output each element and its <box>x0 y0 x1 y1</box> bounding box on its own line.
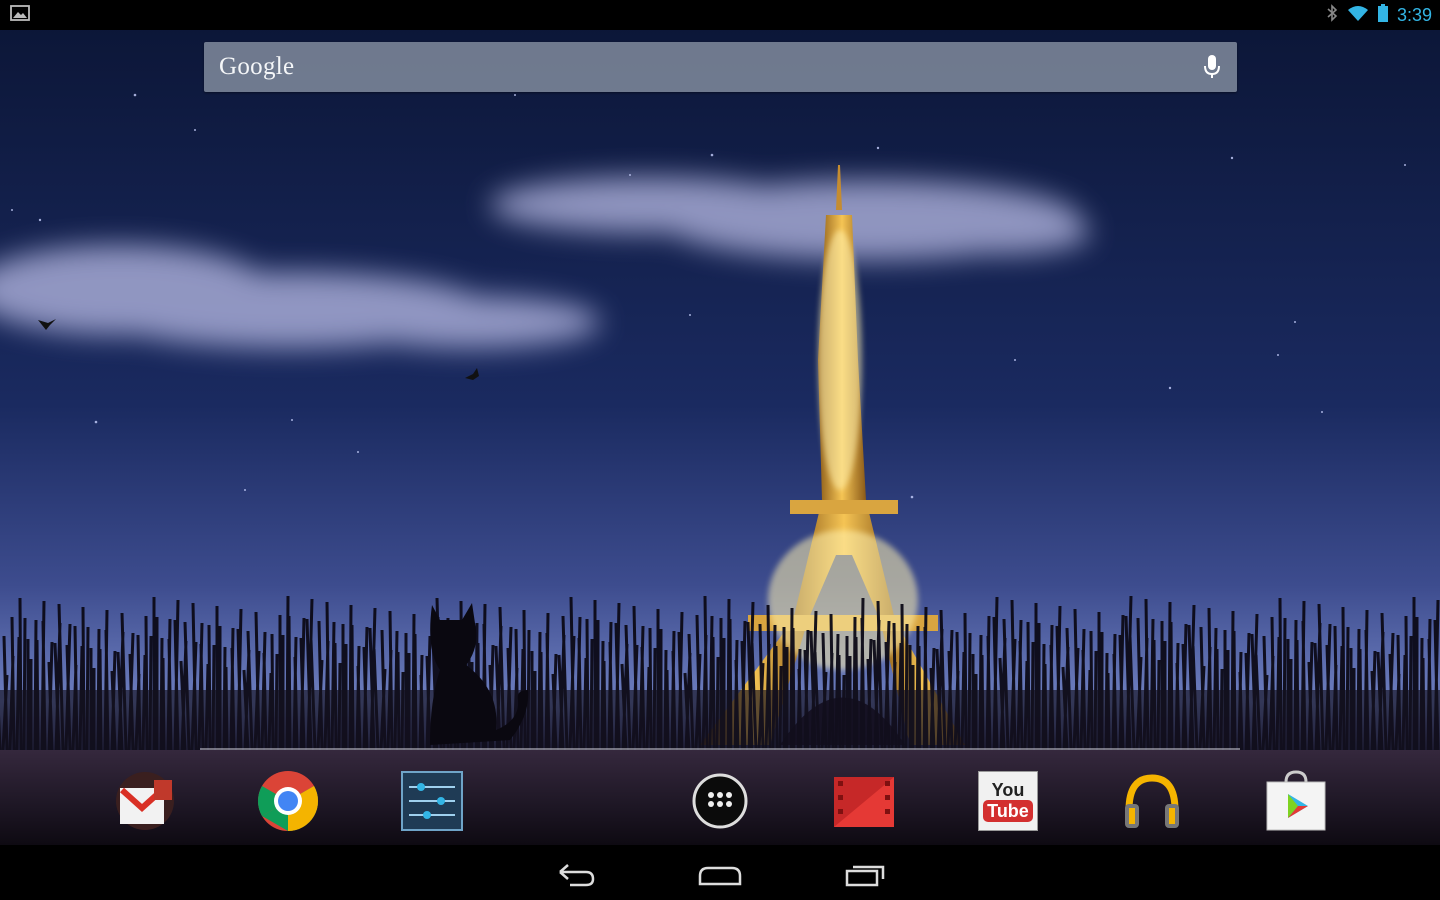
play-store-icon[interactable] <box>1263 768 1329 834</box>
youtube-label-bottom: Tube <box>983 800 1033 822</box>
google-logo[interactable]: Google <box>204 53 294 81</box>
youtube-label-top: You <box>991 780 1025 800</box>
headphones-icon[interactable] <box>1119 768 1185 834</box>
wifi-icon <box>1347 4 1369 26</box>
app-drawer-icon[interactable] <box>687 768 753 834</box>
settings-sliders-icon[interactable] <box>399 768 465 834</box>
google-search-bar[interactable]: Google <box>204 42 1237 92</box>
gmail-icon[interactable] <box>112 768 178 834</box>
battery-icon <box>1377 4 1389 26</box>
picture-notification-icon[interactable] <box>10 4 30 26</box>
home-icon[interactable] <box>690 855 750 895</box>
clock: 3:39 <box>1396 4 1432 25</box>
chrome-icon[interactable] <box>255 768 321 834</box>
bluetooth-icon <box>1325 4 1339 26</box>
back-icon[interactable] <box>546 855 606 895</box>
status-bar: 3:39 <box>0 0 1440 30</box>
microphone-icon[interactable] <box>1187 42 1237 92</box>
play-movies-icon[interactable] <box>831 768 897 834</box>
youtube-icon[interactable]: You Tube <box>975 768 1041 834</box>
recents-icon[interactable] <box>836 855 896 895</box>
